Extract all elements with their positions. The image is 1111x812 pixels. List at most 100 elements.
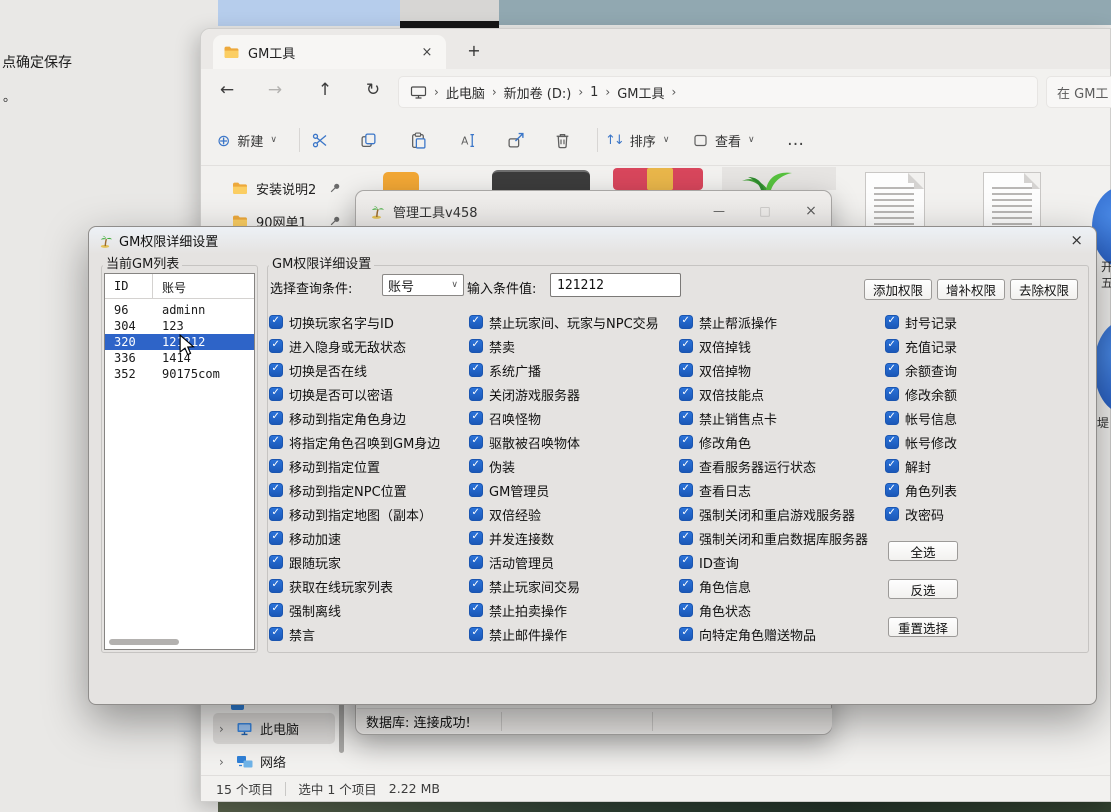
permission-checkbox-checked[interactable] bbox=[885, 435, 899, 449]
permission-item[interactable]: 移动到指定位置 bbox=[269, 459, 440, 473]
permission-checkbox-checked[interactable] bbox=[679, 315, 693, 329]
permission-checkbox-checked[interactable] bbox=[269, 435, 283, 449]
permission-item[interactable]: 向特定角色赠送物品 bbox=[679, 627, 868, 641]
permission-checkbox-checked[interactable] bbox=[885, 507, 899, 521]
permission-item[interactable]: 充值记录 bbox=[885, 339, 957, 353]
sort-button[interactable]: ↑↓ 排序 ∨ bbox=[605, 125, 669, 155]
permission-checkbox-checked[interactable] bbox=[679, 507, 693, 521]
file-icon-document[interactable] bbox=[983, 172, 1041, 234]
permission-checkbox-checked[interactable] bbox=[469, 387, 483, 401]
permission-item[interactable]: 禁止销售点卡 bbox=[679, 411, 868, 425]
permission-item[interactable]: 解封 bbox=[885, 459, 957, 473]
permission-checkbox-checked[interactable] bbox=[885, 315, 899, 329]
permission-checkbox-checked[interactable] bbox=[885, 339, 899, 353]
append-permission-button[interactable]: 增补权限 bbox=[937, 279, 1005, 300]
more-button[interactable]: … bbox=[787, 125, 804, 155]
permission-item[interactable]: 禁止玩家间交易 bbox=[469, 579, 659, 593]
permission-item[interactable]: 改密码 bbox=[885, 507, 957, 521]
tab-gm-folder[interactable]: GM工具 × bbox=[213, 35, 446, 69]
permission-checkbox-checked[interactable] bbox=[679, 483, 693, 497]
rename-button[interactable]: A bbox=[459, 125, 477, 155]
file-icon-application[interactable] bbox=[492, 170, 590, 190]
permission-checkbox-checked[interactable] bbox=[679, 363, 693, 377]
breadcrumb[interactable]: › 此电脑 › 新加卷 (D:) › 1 › GM工具 › bbox=[398, 76, 1038, 108]
chevron-right-icon[interactable]: › bbox=[219, 755, 229, 769]
permission-checkbox-checked[interactable] bbox=[679, 531, 693, 545]
back-icon[interactable]: ← bbox=[215, 80, 239, 100]
permission-item[interactable]: 系统广播 bbox=[469, 363, 659, 377]
gm-list-row[interactable]: 35290175com bbox=[105, 366, 254, 382]
file-icon-selected-tile[interactable] bbox=[722, 167, 836, 190]
gm-list[interactable]: ID 账号 96adminn 304123 320121212 3361414 … bbox=[104, 273, 255, 650]
refresh-icon[interactable]: ↻ bbox=[361, 80, 385, 100]
select-all-button[interactable]: 全选 bbox=[888, 541, 958, 561]
permission-item[interactable]: 角色信息 bbox=[679, 579, 868, 593]
permission-item[interactable]: 禁止邮件操作 bbox=[469, 627, 659, 641]
permission-item[interactable]: 驱散被召唤物体 bbox=[469, 435, 659, 449]
permission-item[interactable]: 禁止玩家间、玩家与NPC交易 bbox=[469, 315, 659, 329]
permission-item[interactable]: 切换是否可以密语 bbox=[269, 387, 440, 401]
permission-item[interactable]: 双倍掉物 bbox=[679, 363, 868, 377]
permission-item[interactable]: 余额查询 bbox=[885, 363, 957, 377]
condition-value-input[interactable] bbox=[550, 273, 681, 297]
permission-checkbox-checked[interactable] bbox=[679, 339, 693, 353]
permission-checkbox-checked[interactable] bbox=[885, 459, 899, 473]
permission-checkbox-checked[interactable] bbox=[679, 627, 693, 641]
permission-checkbox-checked[interactable] bbox=[679, 603, 693, 617]
permission-item[interactable]: 强制关闭和重启数据库服务器 bbox=[679, 531, 868, 545]
permission-item[interactable]: 禁止拍卖操作 bbox=[469, 603, 659, 617]
invert-selection-button[interactable]: 反选 bbox=[888, 579, 958, 599]
permission-checkbox-checked[interactable] bbox=[885, 387, 899, 401]
permission-item[interactable]: 并发连接数 bbox=[469, 531, 659, 545]
copy-button[interactable] bbox=[360, 125, 377, 155]
permission-checkbox-checked[interactable] bbox=[269, 531, 283, 545]
view-button[interactable]: 查看 ∨ bbox=[693, 125, 755, 155]
permission-checkbox-checked[interactable] bbox=[269, 483, 283, 497]
permission-checkbox-checked[interactable] bbox=[679, 411, 693, 425]
permission-checkbox-checked[interactable] bbox=[469, 627, 483, 641]
close-icon[interactable]: × bbox=[800, 202, 822, 220]
permission-checkbox-checked[interactable] bbox=[469, 507, 483, 521]
permission-checkbox-checked[interactable] bbox=[269, 387, 283, 401]
permission-item[interactable]: 关闭游戏服务器 bbox=[469, 387, 659, 401]
permission-checkbox-checked[interactable] bbox=[469, 363, 483, 377]
permission-item[interactable]: 帐号修改 bbox=[885, 435, 957, 449]
permission-item[interactable]: 移动到指定角色身边 bbox=[269, 411, 440, 425]
permission-item[interactable]: 修改余额 bbox=[885, 387, 957, 401]
tab-close-icon[interactable]: × bbox=[418, 45, 436, 60]
permission-checkbox-checked[interactable] bbox=[469, 315, 483, 329]
permission-item[interactable]: 双倍经验 bbox=[469, 507, 659, 521]
permission-checkbox-checked[interactable] bbox=[469, 435, 483, 449]
breadcrumb-gm-folder[interactable]: GM工具 bbox=[617, 83, 664, 102]
permission-item[interactable]: 将指定角色召唤到GM身边 bbox=[269, 435, 440, 449]
permission-item[interactable]: 切换玩家名字与ID bbox=[269, 315, 440, 329]
sidebar-item-install-notes[interactable]: 安装说明2 bbox=[217, 173, 347, 203]
file-icon-document[interactable] bbox=[865, 172, 925, 234]
permission-checkbox-checked[interactable] bbox=[469, 603, 483, 617]
gm-list-row[interactable]: 304123 bbox=[105, 318, 254, 334]
permission-item[interactable]: 跟随玩家 bbox=[269, 555, 440, 569]
permission-item[interactable]: 双倍掉钱 bbox=[679, 339, 868, 353]
permission-item[interactable]: 获取在线玩家列表 bbox=[269, 579, 440, 593]
cut-button[interactable] bbox=[311, 125, 329, 155]
file-icon-books[interactable] bbox=[613, 168, 703, 190]
permission-checkbox-checked[interactable] bbox=[679, 579, 693, 593]
permission-checkbox-checked[interactable] bbox=[269, 603, 283, 617]
permission-item[interactable]: 禁止帮派操作 bbox=[679, 315, 868, 329]
permission-item[interactable]: 强制离线 bbox=[269, 603, 440, 617]
permission-checkbox-checked[interactable] bbox=[269, 579, 283, 593]
permission-checkbox-checked[interactable] bbox=[269, 315, 283, 329]
minimize-icon[interactable]: — bbox=[708, 202, 730, 220]
permission-item[interactable]: 召唤怪物 bbox=[469, 411, 659, 425]
sidebar-item-this-pc[interactable]: › 此电脑 bbox=[213, 713, 335, 744]
breadcrumb-this-pc[interactable]: 此电脑 bbox=[446, 83, 485, 102]
close-icon[interactable]: × bbox=[1070, 231, 1083, 249]
dialog-title-bar[interactable]: GM权限详细设置 bbox=[89, 227, 1096, 254]
chevron-right-icon[interactable]: › bbox=[219, 722, 229, 736]
permission-checkbox-checked[interactable] bbox=[269, 627, 283, 641]
remove-permission-button[interactable]: 去除权限 bbox=[1010, 279, 1078, 300]
breadcrumb-folder-1[interactable]: 1 bbox=[590, 85, 598, 100]
gm-list-row[interactable]: 96adminn bbox=[105, 302, 254, 318]
share-button[interactable] bbox=[507, 125, 525, 155]
permission-checkbox-checked[interactable] bbox=[885, 363, 899, 377]
